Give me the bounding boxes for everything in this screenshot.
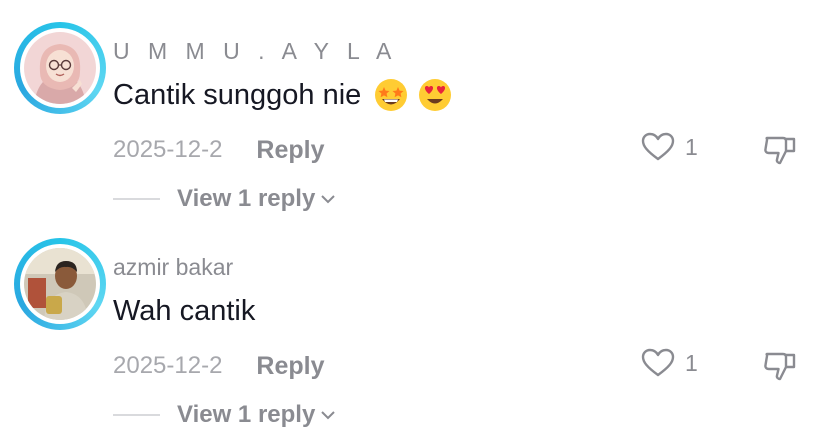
chevron-down-icon [320, 409, 336, 421]
view-replies[interactable]: View 1 reply [113, 185, 336, 213]
like-count: 1 [685, 133, 698, 160]
comment-date: 2025-12-2 [113, 352, 223, 379]
comment-item: azmir bakar Wah cantik 2025-12-2 Reply 1… [0, 216, 827, 431]
comment-username[interactable]: azmir bakar [113, 253, 233, 281]
dislike-button[interactable] [763, 134, 797, 171]
comment-text: Cantik sunggoh nie [113, 76, 453, 114]
comment-item: U M M U . A Y L A Cantik sunggoh nie 202… [0, 0, 827, 215]
divider-line [113, 414, 160, 416]
thumbs-down-icon [764, 136, 796, 165]
avatar[interactable] [14, 22, 106, 114]
like-button[interactable]: 1 [641, 348, 698, 378]
heart-outline-icon [641, 348, 675, 377]
heart-eyes-emoji [419, 79, 452, 111]
comment-meta: 2025-12-2 Reply [113, 349, 325, 383]
comment-username[interactable]: U M M U . A Y L A [113, 37, 397, 65]
comment-text: Wah cantik [113, 292, 255, 330]
like-button[interactable]: 1 [641, 132, 698, 162]
avatar[interactable] [14, 238, 106, 330]
reply-button[interactable]: Reply [256, 352, 324, 381]
view-replies-label[interactable]: View 1 reply [177, 401, 315, 429]
view-replies[interactable]: View 1 reply [113, 401, 336, 429]
thumbs-down-icon [764, 352, 796, 381]
comment-text-content: Wah cantik [113, 295, 256, 327]
comment-date: 2025-12-2 [113, 136, 223, 163]
like-count: 1 [685, 349, 698, 376]
heart-outline-icon [641, 132, 675, 161]
star-struck-emoji [375, 79, 408, 111]
chevron-down-icon [320, 193, 336, 205]
reply-button[interactable]: Reply [256, 136, 324, 165]
comment-text-content: Cantik sunggoh nie [113, 79, 362, 111]
divider-line [113, 198, 160, 200]
view-replies-label[interactable]: View 1 reply [177, 185, 315, 213]
comment-meta: 2025-12-2 Reply [113, 133, 325, 167]
dislike-button[interactable] [763, 350, 797, 387]
